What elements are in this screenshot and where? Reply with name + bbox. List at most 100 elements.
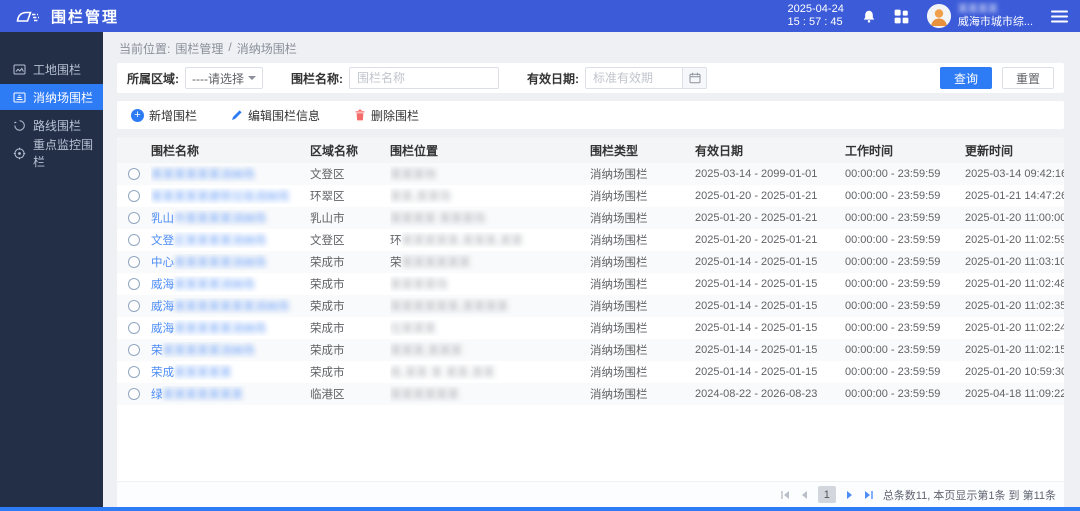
valid-date-cell: 2025-01-14 - 2025-01-15: [695, 322, 845, 334]
fence-name-link[interactable]: 中心某某某某某消纳场: [151, 257, 266, 269]
fence-type-cell: 消纳场围栏: [590, 276, 695, 292]
app-window: 围栏管理 2025-04-24 15 : 57 : 45: [0, 0, 1080, 511]
location-cell: 某某某某场: [390, 276, 590, 292]
location-cell: 位某某某: [390, 320, 590, 336]
plus-circle-icon: [131, 109, 144, 122]
table-row[interactable]: 威海某某某某某消纳场 荣成市 位某某某 消纳场围栏 2025-01-14 - 2…: [117, 317, 1064, 339]
fence-name-link[interactable]: 乳山市某某某某消纳场: [151, 213, 266, 225]
table-row[interactable]: 威海某某某某某某某消纳场 荣成市 某某某某某某,某某某某 消纳场围栏 2025-…: [117, 295, 1064, 317]
table-row[interactable]: 乳山市某某某某消纳场 乳山市 某某某某 某某某场 消纳场围栏 2025-01-2…: [117, 207, 1064, 229]
fence-name-link[interactable]: 威海某某某某消纳场: [151, 279, 255, 291]
apps-grid-icon[interactable]: [894, 9, 909, 24]
work-time-cell: 00:00:00 - 23:59:59: [845, 322, 965, 334]
valid-date-cell: 2025-01-14 - 2025-01-15: [695, 300, 845, 312]
main-content: 当前位置: 围栏管理 / 消纳场围栏 所属区域: ----请选择 围栏名称:: [103, 32, 1080, 507]
table-row[interactable]: 某某某某某某消纳场 文登区 某某某地 消纳场围栏 2025-03-14 - 20…: [117, 163, 1064, 185]
row-radio-button[interactable]: [128, 366, 140, 378]
fence-name-link[interactable]: 威海某某某某某某某消纳场: [151, 301, 289, 313]
region-select-value: ----请选择: [192, 70, 244, 87]
table-row[interactable]: 荣某某某某某消纳场 荣成市 某某某,某某某 消纳场围栏 2025-01-14 -…: [117, 339, 1064, 361]
query-button[interactable]: 查询: [940, 67, 992, 89]
table-row[interactable]: 荣成某某某某某 荣成市 易,某某 某 某某,某某 消纳场围栏 2025-01-1…: [117, 361, 1064, 383]
sidebar-item-site-fence[interactable]: 工地围栏: [0, 56, 103, 82]
location-cell: 易,某某 某 某某,某某: [390, 364, 590, 380]
column-header-valid-date: 有效日期: [695, 142, 845, 159]
delete-fence-button[interactable]: 删除围栏: [354, 107, 419, 124]
valid-date-input[interactable]: [586, 68, 682, 88]
monitor-fence-icon: [13, 147, 26, 160]
table-row[interactable]: 中心某某某某某消纳场 荣成市 荣某某某某某某 消纳场围栏 2025-01-14 …: [117, 251, 1064, 273]
region-cell: 文登区: [310, 232, 390, 248]
fence-name-link[interactable]: 绿某某某某某某某: [151, 389, 243, 401]
update-time-cell: 2025-01-20 10:59:30: [965, 366, 1064, 378]
row-radio-button[interactable]: [128, 278, 140, 290]
fence-name-link[interactable]: 威海某某某某某消纳场: [151, 323, 266, 335]
fence-name-link[interactable]: 荣某某某某某消纳场: [151, 345, 255, 357]
page-number[interactable]: 1: [818, 486, 836, 503]
fence-name-link[interactable]: 荣成某某某某某: [151, 367, 232, 379]
table-row[interactable]: 绿某某某某某某某 临港区 某某某某某某 消纳场围栏 2024-08-22 - 2…: [117, 383, 1064, 405]
bell-icon[interactable]: [862, 9, 876, 24]
sidebar-item-route-fence[interactable]: 路线围栏: [0, 112, 103, 138]
row-radio-button[interactable]: [128, 344, 140, 356]
add-fence-button[interactable]: 新增围栏: [131, 107, 197, 124]
sidebar-item-monitor-fence[interactable]: 重点监控围栏: [0, 140, 103, 166]
header-right: 2025-04-24 15 : 57 : 45: [788, 3, 1068, 29]
user-names: 某某某某 威海市城市综...: [958, 4, 1033, 28]
region-cell: 环翠区: [310, 188, 390, 204]
calendar-icon[interactable]: [682, 68, 706, 88]
work-time-cell: 00:00:00 - 23:59:59: [845, 190, 965, 202]
valid-date-cell: 2025-01-14 - 2025-01-15: [695, 278, 845, 290]
row-radio-button[interactable]: [128, 234, 140, 246]
location-cell: 某某某,某某某: [390, 342, 590, 358]
sidebar-item-label: 工地围栏: [33, 61, 81, 78]
fence-name-link[interactable]: 某某某某某建筑垃圾消纳场: [151, 191, 289, 203]
filter-bar: 所属区域: ----请选择 围栏名称: 有效日期:: [117, 63, 1064, 93]
last-page-icon[interactable]: [864, 490, 874, 500]
row-radio-button[interactable]: [128, 212, 140, 224]
breadcrumb-parent[interactable]: 围栏管理: [175, 40, 223, 57]
next-page-icon[interactable]: [845, 490, 855, 500]
table-row[interactable]: 文登区某某某某消纳场 文登区 环某某某某某,某某某,某某 消纳场围栏 2025-…: [117, 229, 1064, 251]
row-radio-button[interactable]: [128, 388, 140, 400]
region-select[interactable]: ----请选择: [185, 67, 263, 89]
valid-date-cell: 2025-01-20 - 2025-01-21: [695, 234, 845, 246]
work-time-cell: 00:00:00 - 23:59:59: [845, 300, 965, 312]
row-radio-button[interactable]: [128, 190, 140, 202]
region-cell: 荣成市: [310, 342, 390, 358]
column-header-work-time: 工作时间: [845, 142, 965, 159]
valid-date-filter-label: 有效日期:: [527, 70, 579, 87]
work-time-cell: 00:00:00 - 23:59:59: [845, 212, 965, 224]
fence-name-link[interactable]: 文登区某某某某消纳场: [151, 235, 266, 247]
table-row[interactable]: 威海某某某某消纳场 荣成市 某某某某场 消纳场围栏 2025-01-14 - 2…: [117, 273, 1064, 295]
route-fence-icon: [13, 119, 26, 132]
first-page-icon[interactable]: [780, 490, 790, 500]
fence-type-cell: 消纳场围栏: [590, 364, 695, 380]
fence-type-cell: 消纳场围栏: [590, 342, 695, 358]
fence-name-input[interactable]: [349, 67, 499, 89]
reset-button[interactable]: 重置: [1002, 67, 1054, 89]
row-radio-button[interactable]: [128, 256, 140, 268]
user-profile[interactable]: 某某某某 威海市城市综...: [927, 4, 1033, 28]
row-radio-button[interactable]: [128, 322, 140, 334]
breadcrumb-label: 当前位置:: [119, 40, 170, 57]
region-cell: 荣成市: [310, 276, 390, 292]
edit-fence-button[interactable]: 编辑围栏信息: [231, 107, 320, 124]
prev-page-icon[interactable]: [799, 490, 809, 500]
work-time-cell: 00:00:00 - 23:59:59: [845, 366, 965, 378]
header-date: 2025-04-24: [788, 3, 844, 16]
table-row[interactable]: 某某某某某建筑垃圾消纳场 环翠区 某某,某某场 消纳场围栏 2025-01-20…: [117, 185, 1064, 207]
valid-date-cell: 2025-01-20 - 2025-01-21: [695, 190, 845, 202]
update-time-cell: 2025-01-20 11:03:10: [965, 256, 1064, 268]
row-radio-button[interactable]: [128, 168, 140, 180]
sidebar-item-disposal-fence[interactable]: 消纳场围栏: [0, 84, 103, 110]
row-radio-button[interactable]: [128, 300, 140, 312]
update-time-cell: 2025-01-20 11:02:59: [965, 234, 1064, 246]
fence-type-cell: 消纳场围栏: [590, 254, 695, 270]
fence-name-link[interactable]: 某某某某某某消纳场: [151, 169, 255, 181]
delete-fence-label: 删除围栏: [371, 107, 419, 124]
chevron-down-icon: [248, 76, 256, 80]
hamburger-menu-icon[interactable]: [1051, 10, 1068, 23]
valid-date-cell: 2024-08-22 - 2026-08-23: [695, 388, 845, 400]
location-cell: 荣某某某某某某: [390, 254, 590, 270]
